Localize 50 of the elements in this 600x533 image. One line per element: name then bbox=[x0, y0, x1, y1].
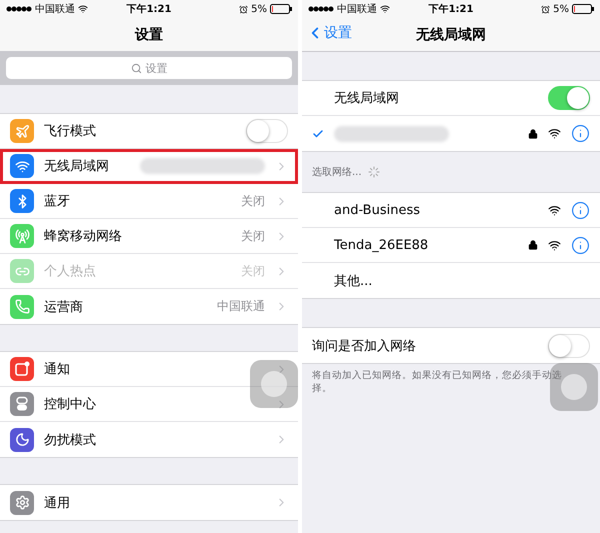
setting-label: 个人热点 bbox=[44, 263, 97, 280]
battery-percent: 5% bbox=[251, 4, 267, 14]
wifi-signal-icon bbox=[548, 204, 561, 216]
info-button[interactable] bbox=[571, 236, 590, 254]
assistive-touch-button[interactable] bbox=[250, 360, 298, 408]
alarm-icon bbox=[541, 4, 550, 14]
setting-value: 中国联通 bbox=[217, 298, 265, 315]
setting-label: 控制中心 bbox=[44, 396, 97, 413]
carrier-name: 中国联通 bbox=[337, 2, 377, 16]
setting-label: 飞行模式 bbox=[44, 123, 97, 140]
setting-value: 关闭 bbox=[241, 262, 265, 280]
setting-label: 通用 bbox=[44, 494, 71, 512]
signal-icon bbox=[6, 6, 32, 12]
setting-label: 勿扰模式 bbox=[44, 432, 97, 448]
clock: 下午1:21 bbox=[126, 2, 172, 16]
network-name: Tenda_26EE88 bbox=[334, 238, 430, 252]
wifi-signal-icon bbox=[548, 238, 561, 252]
setting-label: 蓝牙 bbox=[44, 193, 71, 210]
screen-title: 设置 bbox=[135, 26, 163, 44]
network-name: and-Business bbox=[334, 202, 422, 218]
toggle-switch[interactable] bbox=[548, 334, 590, 358]
signal-icon bbox=[308, 6, 334, 12]
alarm-icon bbox=[239, 4, 248, 14]
wifi-label: 无线局域网 bbox=[334, 90, 400, 107]
section-header: 选取网络... bbox=[312, 166, 362, 179]
battery-percent: 5% bbox=[553, 4, 569, 14]
wifi-icon bbox=[78, 4, 88, 14]
setting-label: 通知 bbox=[44, 361, 71, 378]
toggle-switch[interactable] bbox=[548, 86, 590, 110]
ask-to-join-label: 询问是否加入网络 bbox=[312, 338, 417, 354]
info-button[interactable] bbox=[571, 200, 590, 220]
footer-note: 将自动加入已知网络。如果没有已知网络，您必须手动选择。 bbox=[312, 370, 563, 396]
setting-label: 运营商 bbox=[44, 298, 84, 316]
highlighted-settings-row[interactable]: 无线局域网 bbox=[0, 149, 298, 184]
screen-title: 无线局域网 bbox=[416, 26, 486, 44]
carrier-name: 中国联通 bbox=[35, 2, 75, 16]
network-name: 其他... bbox=[334, 272, 374, 290]
info-button[interactable] bbox=[571, 124, 590, 143]
setting-value: 关闭 bbox=[241, 192, 265, 210]
battery-icon bbox=[572, 4, 594, 14]
loading-spinner-icon bbox=[368, 166, 380, 178]
clock: 下午1:21 bbox=[428, 2, 474, 16]
setting-label: 无线局域网 bbox=[44, 158, 110, 175]
back-button[interactable]: 设置 bbox=[306, 24, 352, 42]
toggle-switch[interactable] bbox=[246, 119, 288, 143]
setting-value: 关闭 bbox=[241, 228, 265, 244]
setting-label: 蜂窝移动网络 bbox=[44, 228, 123, 245]
search-icon bbox=[130, 62, 142, 74]
wifi-icon bbox=[380, 4, 390, 14]
battery-icon bbox=[270, 4, 292, 14]
